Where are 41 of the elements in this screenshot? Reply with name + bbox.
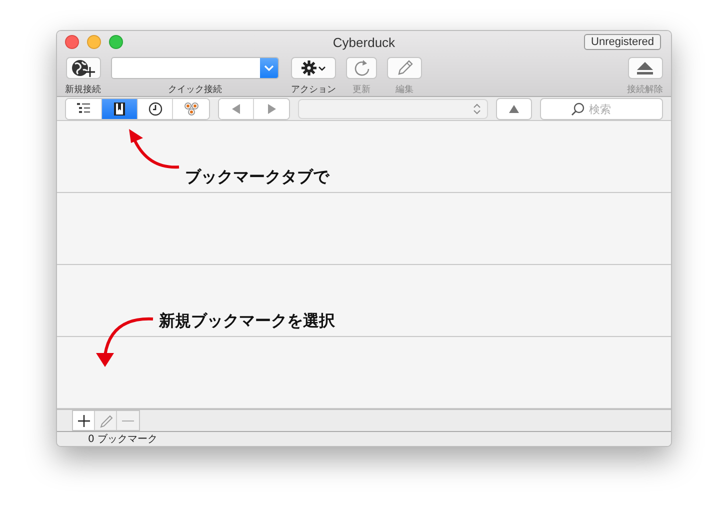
view-tab[interactable] [66, 98, 102, 118]
refresh-icon [352, 59, 370, 77]
status-text: 0 ブックマーク [88, 432, 158, 446]
minus-icon [122, 420, 134, 422]
annotation-text: ブックマークタブで [185, 167, 329, 188]
gear-icon [300, 60, 326, 76]
close-button[interactable] [65, 35, 79, 49]
toolbar-label: アクション [291, 84, 336, 96]
bookmark-book-icon [112, 102, 127, 116]
pencil-icon [98, 414, 112, 428]
quick-connect-field[interactable] [111, 57, 279, 79]
toolbar-label: 更新 [352, 84, 370, 96]
search-icon [571, 102, 585, 116]
up-down-chevron-icon [473, 102, 482, 114]
triangle-left-icon [230, 102, 242, 114]
toolbar-label: 編集 [396, 84, 414, 96]
parent-folder-button[interactable] [496, 98, 532, 120]
globe-plus-button[interactable] [66, 57, 100, 79]
triangle-right-icon [266, 102, 278, 114]
annotation-arrow [129, 129, 180, 169]
toolbar-label: クイック接続 [168, 84, 222, 96]
search-field[interactable]: 検索 [540, 98, 663, 120]
toolbar-label: 新規接続 [65, 84, 101, 96]
triangle-up-icon [508, 104, 520, 114]
toolbar-label: 接続解除 [627, 84, 663, 96]
zoom-button[interactable] [109, 35, 123, 49]
gear-button[interactable] [291, 57, 336, 79]
view-tab[interactable] [102, 98, 138, 118]
network-nodes-icon [184, 102, 199, 116]
annotation-arrow [96, 317, 154, 367]
globe-plus-icon [70, 58, 96, 78]
pencil-icon [396, 59, 414, 77]
window-title: Cyberduck [332, 34, 396, 50]
plus-icon [78, 414, 90, 426]
unregistered-badge[interactable]: Unregistered [584, 34, 661, 50]
outline-view-icon [76, 102, 91, 116]
chevron-down-icon [264, 64, 274, 72]
clock-icon [148, 102, 163, 116]
eject-icon [635, 60, 655, 76]
annotation-text: 新規ブックマークを選択 [159, 311, 335, 332]
minimize-button[interactable] [87, 35, 101, 49]
